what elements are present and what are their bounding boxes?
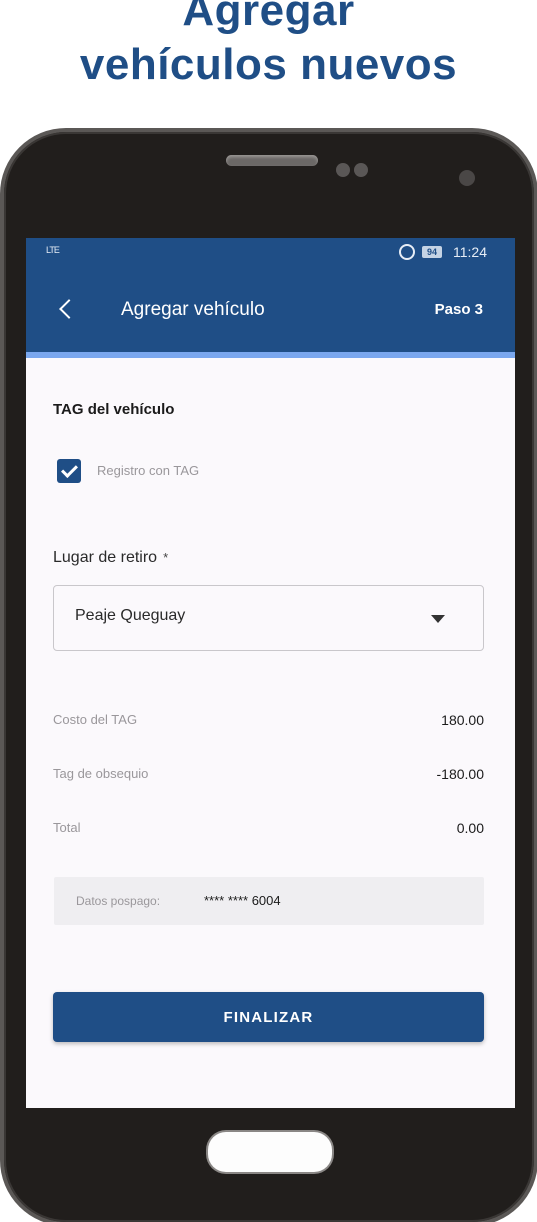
section-title-tag: TAG del vehículo: [53, 401, 175, 418]
pickup-location-value: Peaje Queguay: [75, 607, 186, 624]
cost-row-gift: Tag de obsequio -180.00: [53, 766, 484, 782]
cost-label: Total: [53, 820, 81, 835]
required-mark: *: [163, 550, 169, 565]
cost-value: 180.00: [441, 712, 484, 728]
cost-row-tag: Costo del TAG 180.00: [53, 712, 484, 728]
cost-value: 0.00: [456, 820, 484, 836]
pickup-location-select[interactable]: Peaje Queguay: [53, 585, 484, 651]
cost-label: Tag de obsequio: [53, 766, 149, 781]
postpaid-card-number: **** **** 6004: [204, 893, 281, 908]
checkbox-checked-icon[interactable]: [57, 459, 81, 483]
postpaid-info: Datos pospago: **** **** 6004: [54, 877, 484, 925]
pickup-location-label-text: Lugar de retiro: [53, 549, 158, 566]
cost-value: -180.00: [436, 766, 484, 782]
checkbox-label: Registro con TAG: [97, 463, 200, 478]
dropdown-arrow-icon[interactable]: [431, 615, 445, 623]
pickup-location-label: Lugar de retiro *: [53, 549, 168, 567]
cost-row-total: Total 0.00: [53, 820, 484, 836]
cost-label: Costo del TAG: [53, 712, 138, 727]
finish-button[interactable]: FINALIZAR: [53, 992, 484, 1042]
screen-content: TAG del vehículo Registro con TAG Lugar …: [22, 0, 511, 1187]
postpaid-label: Datos pospago:: [76, 894, 161, 908]
